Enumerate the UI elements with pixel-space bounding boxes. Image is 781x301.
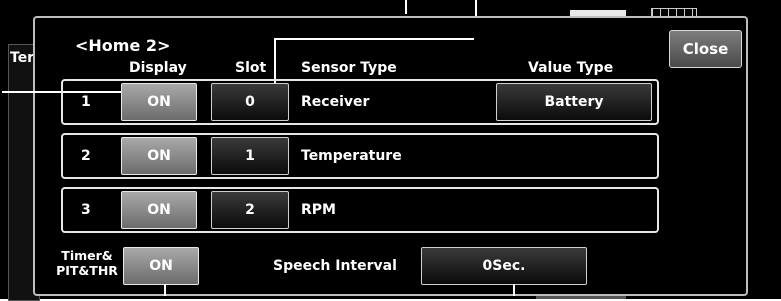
callout-line-inner-1 [274,38,474,40]
callout-line-top-1 [405,0,407,14]
timer-pit-thr-label: Timer& PIT&THR [49,248,125,278]
sensor-type-label: Temperature [301,148,402,164]
slot-button[interactable]: 0 [211,83,289,121]
header-display: Display [129,60,187,76]
row-number: 3 [81,202,91,218]
display-on-button[interactable]: ON [121,137,197,175]
callout-line-bottom-2 [513,284,515,296]
sensor-type-label: Receiver [301,94,370,110]
display-on-button[interactable]: ON [121,191,197,229]
background-tab-text: Ter [10,50,35,66]
speech-interval-button[interactable]: 0Sec. [421,247,587,285]
sensor-row-2: 2 ON 1 Temperature [61,133,659,179]
row-number: 1 [81,94,91,110]
callout-line-bottom-1 [164,284,166,296]
speech-interval-label: Speech Interval [273,258,397,274]
header-slot: Slot [235,60,267,76]
value-type-button[interactable]: Battery [496,83,652,121]
header-value-type: Value Type [528,60,614,76]
slot-button[interactable]: 2 [211,191,289,229]
timer-on-button[interactable]: ON [123,247,199,285]
header-sensor-type: Sensor Type [301,60,397,76]
home2-settings-dialog: <Home 2> Close Display Slot Sensor Type … [2,16,748,296]
timer-label-line2: PIT&THR [56,263,118,278]
row-number: 2 [81,148,91,164]
dialog-title: <Home 2> [75,36,171,55]
display-on-button[interactable]: ON [121,83,197,121]
sensor-row-3: 3 ON 2 RPM [61,187,659,233]
slot-button[interactable]: 1 [211,137,289,175]
timer-label-line1: Timer& [61,248,113,263]
close-button[interactable]: Close [669,30,742,68]
sensor-row-1: 1 ON 0 Receiver Battery [61,79,659,125]
sensor-type-label: RPM [301,202,336,218]
